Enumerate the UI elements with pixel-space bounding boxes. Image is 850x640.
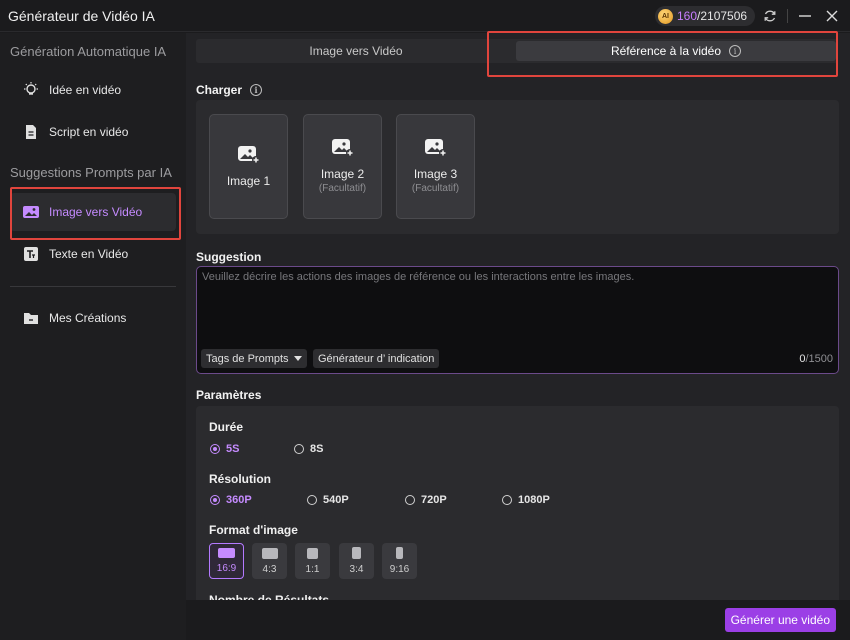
- sidebar-item-script-to-video[interactable]: Script en vidéo: [10, 113, 176, 151]
- image-upload-card-2[interactable]: Image 2 (Facultatif): [303, 114, 382, 219]
- parameters-label: Paramètres: [196, 388, 262, 402]
- optional-label: (Facultatif): [318, 183, 367, 194]
- radio-selected-icon: [210, 444, 220, 454]
- sidebar-item-label: Texte en Vidéo: [49, 247, 129, 261]
- aspect-option-1-1[interactable]: 1:1: [295, 543, 330, 579]
- aspect-option-4-3[interactable]: 4:3: [252, 543, 287, 579]
- tab-image-to-video[interactable]: Image vers Vidéo: [196, 39, 516, 63]
- duration-option-5s[interactable]: 5S: [210, 443, 239, 455]
- credits-badge[interactable]: AI 160/2107506: [655, 6, 756, 26]
- image-card-label: Image 3: [413, 167, 458, 181]
- radio-icon: [405, 495, 415, 505]
- sidebar: Génération Automatique IA Idée en vidéo …: [0, 33, 186, 640]
- upload-section-label: Charger i: [196, 83, 263, 97]
- radio-icon: [502, 495, 512, 505]
- coin-icon: AI: [658, 8, 673, 24]
- prompt-generator-button[interactable]: Générateur d’ indication: [313, 349, 440, 368]
- sidebar-item-label: Mes Créations: [49, 311, 127, 325]
- add-image-icon: [331, 139, 354, 157]
- minimize-icon[interactable]: [795, 6, 815, 26]
- optional-label: (Facultatif): [411, 183, 460, 194]
- sidebar-item-idea-to-video[interactable]: Idée en vidéo: [10, 71, 176, 109]
- resolution-option-1080p[interactable]: 1080P: [502, 494, 550, 506]
- resolution-option-360p[interactable]: 360P: [210, 494, 252, 506]
- resolution-option-720p[interactable]: 720P: [405, 494, 447, 506]
- add-image-icon: [237, 145, 260, 164]
- image-card-label: Image 1: [226, 173, 271, 188]
- aspect-1-1-icon: [307, 547, 318, 559]
- document-icon: [22, 123, 40, 141]
- resolution-label: Résolution: [209, 472, 271, 486]
- aspect-3-4-icon: [352, 547, 361, 559]
- caret-down-icon: [293, 355, 302, 361]
- duration-label: Durée: [209, 420, 244, 434]
- app-title: Générateur de Vidéo IA: [8, 8, 155, 24]
- refresh-icon[interactable]: [760, 6, 780, 26]
- generate-video-button[interactable]: Générer une vidéo: [724, 608, 836, 632]
- prompt-placeholder: Veuillez décrire les actions des images …: [202, 271, 635, 283]
- image-card-label: Image 2: [320, 167, 365, 181]
- character-counter: 0/1500: [799, 353, 833, 365]
- suggestion-label: Suggestion: [196, 250, 262, 264]
- sidebar-item-text-to-video[interactable]: Texte en Vidéo: [10, 235, 176, 273]
- resolution-option-540p[interactable]: 540P: [307, 494, 349, 506]
- text-icon: [22, 245, 40, 263]
- sidebar-section-prompts: Suggestions Prompts par IA: [10, 165, 172, 180]
- title-bar: Générateur de Vidéo IA AI 160/2107506: [0, 0, 850, 32]
- radio-icon: [307, 495, 317, 505]
- duration-option-8s[interactable]: 8S: [294, 443, 323, 455]
- sidebar-item-label: Image vers Vidéo: [49, 205, 143, 219]
- sidebar-item-label: Idée en vidéo: [49, 83, 122, 97]
- sidebar-item-my-creations[interactable]: Mes Créations: [10, 299, 176, 337]
- image-upload-card-3[interactable]: Image 3 (Facultatif): [396, 114, 475, 219]
- radio-selected-icon: [210, 495, 220, 505]
- titlebar-divider: [787, 9, 788, 23]
- lightbulb-icon: [22, 81, 40, 99]
- mode-tabs: Image vers Vidéo Référence à la vidéo i: [196, 39, 838, 63]
- upload-panel: Image 1 Image 2 (Facultatif) Image 3 (Fa…: [196, 100, 839, 234]
- image-upload-card-1[interactable]: Image 1: [209, 114, 288, 219]
- aspect-ratio-label: Format d'image: [209, 523, 298, 537]
- add-image-icon: [424, 139, 447, 157]
- sidebar-item-label: Script en vidéo: [49, 125, 129, 139]
- radio-icon: [294, 444, 304, 454]
- prompt-textarea[interactable]: Veuillez décrire les actions des images …: [196, 266, 839, 374]
- sidebar-divider: [10, 286, 176, 287]
- image-icon: [22, 203, 40, 221]
- info-icon[interactable]: i: [729, 45, 742, 57]
- aspect-16-9-icon: [218, 548, 235, 558]
- aspect-9-16-icon: [396, 547, 403, 559]
- credits-used: 160: [677, 9, 698, 23]
- info-icon[interactable]: i: [250, 84, 263, 96]
- sidebar-section-auto: Génération Automatique IA: [10, 44, 167, 59]
- aspect-4-3-icon: [261, 547, 278, 559]
- tab-reference-to-video[interactable]: Référence à la vidéo i: [516, 41, 836, 61]
- close-icon[interactable]: [822, 6, 842, 26]
- footer-bar: Générer une vidéo: [186, 600, 850, 640]
- aspect-option-3-4[interactable]: 3:4: [339, 543, 374, 579]
- credits-total: /2107506: [697, 9, 748, 23]
- sidebar-item-image-to-video[interactable]: Image vers Vidéo: [10, 193, 176, 231]
- parameters-panel: [196, 406, 839, 606]
- main-panel: Image vers Vidéo Référence à la vidéo i …: [186, 33, 850, 640]
- folder-icon: [22, 309, 40, 327]
- prompt-tags-dropdown[interactable]: Tags de Prompts: [201, 349, 307, 368]
- aspect-option-16-9[interactable]: 16:9: [209, 543, 244, 579]
- aspect-option-9-16[interactable]: 9:16: [382, 543, 417, 579]
